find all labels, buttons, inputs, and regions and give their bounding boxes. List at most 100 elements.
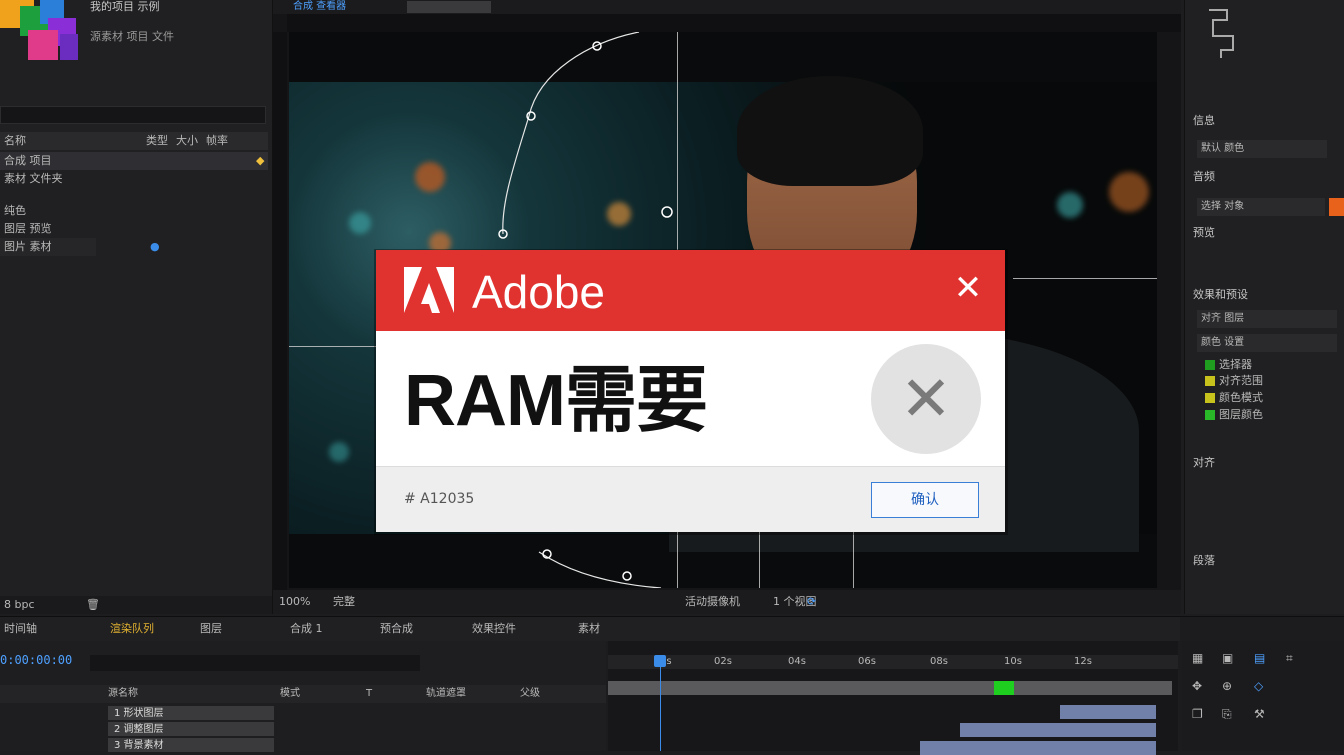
layer-search-input[interactable] xyxy=(90,655,420,671)
project-item[interactable]: 合成 项目 ◆ xyxy=(0,152,268,170)
col-source-name[interactable]: 源名称 xyxy=(108,685,138,703)
tab-layer[interactable]: 图层 xyxy=(200,617,222,641)
dialog-body: RAM需要 ✕ xyxy=(376,331,1005,466)
select-field[interactable]: 选择 对象 xyxy=(1197,198,1325,216)
section-effects[interactable]: 效果和预设 xyxy=(1193,286,1248,302)
section-audio[interactable]: 音频 xyxy=(1193,168,1215,184)
error-code: # A12035 xyxy=(404,491,475,507)
swatch-row[interactable]: 颜色模式 xyxy=(1205,389,1263,407)
swatch-row[interactable]: 图层颜色 xyxy=(1205,406,1263,424)
col-track-matte[interactable]: 轨道遮罩 xyxy=(426,685,466,703)
crop-icon[interactable]: ⌗ xyxy=(1286,645,1293,671)
error-x-icon: ✕ xyxy=(900,362,952,435)
dialog-message: RAM需要 xyxy=(404,361,708,441)
color-field[interactable]: 默认 颜色 xyxy=(1197,140,1327,158)
effects-search[interactable]: 对齐 图层 xyxy=(1197,310,1337,328)
project-item-label: 图片 素材 xyxy=(4,240,52,253)
col-name[interactable]: 名称 xyxy=(4,132,26,150)
preset-select[interactable]: 颜色 设置 xyxy=(1197,334,1337,352)
layer-row[interactable]: 2 调整图层 xyxy=(0,721,606,737)
layer-bar[interactable] xyxy=(920,741,1156,755)
work-area-end[interactable] xyxy=(994,681,1014,695)
timeline-panel: 时间轴 渲染队列 图层 合成 1 预合成 效果控件 素材 0:00:00:00 … xyxy=(0,616,1344,755)
vertical-ruler xyxy=(273,32,287,590)
project-item-label: 图层 预览 xyxy=(4,222,52,235)
project-item[interactable]: 图片 素材 ● xyxy=(0,238,160,256)
project-subtitle: 源素材 项目 文件 xyxy=(90,30,174,43)
zoom-select[interactable]: 100% xyxy=(279,590,310,614)
copy-icon[interactable]: ❐ xyxy=(1192,701,1203,727)
layer-name[interactable]: 1 形状图层 xyxy=(108,706,274,720)
camera-select[interactable]: 活动摄像机 xyxy=(685,590,740,614)
layer-name[interactable]: 2 调整图层 xyxy=(108,722,274,736)
paste-icon[interactable]: ⎘ xyxy=(1222,701,1232,727)
tab-comp[interactable]: 合成 1 xyxy=(290,617,323,641)
transform-icon[interactable]: ✥ xyxy=(1192,673,1202,699)
ruler-tick: 04s xyxy=(788,656,806,667)
viewer-toolbar: 100% 完整 活动摄像机 1 个视图 ⟳ xyxy=(273,590,1181,614)
project-panel: 我的项目 示例 源素材 项目 文件 名称 类型 大小 帧率 合成 项目 ◆ 素材… xyxy=(0,0,273,614)
dialog-brand: Adobe xyxy=(472,266,606,318)
col-parent[interactable]: 父级 xyxy=(520,685,540,703)
section-align[interactable]: 对齐 xyxy=(1193,454,1215,470)
project-item[interactable]: 素材 文件夹 xyxy=(0,170,268,188)
project-bottom-bar: 8 bpc 🗑 xyxy=(0,596,272,614)
project-item[interactable]: 图层 预览 xyxy=(0,220,268,238)
close-icon[interactable]: ✕ xyxy=(948,268,988,308)
bpc-button[interactable]: 8 bpc xyxy=(4,596,35,614)
confirm-button[interactable]: 确认 xyxy=(871,482,979,518)
refresh-icon[interactable]: ⟳ xyxy=(807,590,816,614)
layer-bar[interactable] xyxy=(1060,705,1156,719)
tab-precomp[interactable]: 预合成 xyxy=(380,617,413,641)
grid-icon[interactable]: ▦ xyxy=(1192,645,1203,671)
trash-icon[interactable]: 🗑 xyxy=(86,596,100,614)
accent-swatch[interactable] xyxy=(1329,198,1344,216)
work-area-bar[interactable] xyxy=(608,681,1172,695)
current-timecode[interactable]: 0:00:00:00 xyxy=(0,653,72,667)
project-item-label: 素材 文件夹 xyxy=(4,172,63,185)
layer-columns-header: 源名称 模式 T 轨道遮罩 父级 xyxy=(0,685,606,703)
section-info[interactable]: 信息 xyxy=(1193,112,1215,128)
project-search-input[interactable] xyxy=(0,106,266,124)
resolution-select[interactable]: 完整 xyxy=(333,590,355,614)
project-item-label: 纯色 xyxy=(4,204,26,217)
ruler-tick: 06s xyxy=(858,656,876,667)
col-size[interactable]: 大小 xyxy=(176,132,198,150)
playhead-handle[interactable] xyxy=(654,655,666,667)
project-item[interactable]: 纯色 xyxy=(0,202,268,220)
right-panel: 信息 默认 颜色 音频 选择 对象 预览 效果和预设 对齐 图层 颜色 设置 选… xyxy=(1184,0,1344,614)
ruler-tick: 02s xyxy=(714,656,732,667)
link-icon: ● xyxy=(150,240,160,253)
tab-footage[interactable]: 素材 xyxy=(578,617,600,641)
swatch-row[interactable]: 对齐范围 xyxy=(1205,372,1263,390)
viewer-tab-bar: 合成 查看器 xyxy=(273,0,1181,14)
timeline-tracks[interactable]: 0s 02s 04s 06s 08s 10s 12s xyxy=(608,641,1178,755)
col-t[interactable]: T xyxy=(366,685,372,703)
project-item-label: 合成 项目 xyxy=(4,154,52,167)
wrench-icon[interactable]: ⚒ xyxy=(1254,701,1265,727)
app-logo xyxy=(0,0,80,64)
layer-row[interactable]: 1 形状图层 xyxy=(0,705,606,721)
layer-bar[interactable] xyxy=(960,723,1156,737)
ruler-tick: 08s xyxy=(930,656,948,667)
viewer-tab[interactable]: 合成 查看器 xyxy=(293,0,346,14)
layers-icon[interactable]: ▤ xyxy=(1254,645,1265,671)
tab-effect-controls[interactable]: 效果控件 xyxy=(472,617,516,641)
anchor-icon[interactable]: ⊕ xyxy=(1222,673,1232,699)
layer-row[interactable]: 3 背景素材 xyxy=(0,737,606,753)
project-title: 我的项目 示例 xyxy=(90,0,160,13)
section-preview[interactable]: 预览 xyxy=(1193,224,1215,240)
playhead-line[interactable] xyxy=(660,655,661,751)
section-paragraph[interactable]: 段落 xyxy=(1193,552,1215,568)
align-icon xyxy=(1209,9,1234,58)
tab-render-queue[interactable]: 渲染队列 xyxy=(110,617,154,641)
time-ruler[interactable]: 0s 02s 04s 06s 08s 10s 12s xyxy=(608,655,1178,669)
col-type[interactable]: 类型 xyxy=(146,132,168,150)
layer-list: 0:00:00:00 源名称 模式 T 轨道遮罩 父级 1 形状图层 2 调整图… xyxy=(0,641,606,753)
mask-icon[interactable]: ▣ xyxy=(1222,645,1233,671)
horizontal-ruler xyxy=(287,14,1181,32)
tab-timeline[interactable]: 时间轴 xyxy=(4,617,37,641)
col-mode[interactable]: 模式 xyxy=(280,685,300,703)
keyframe-icon[interactable]: ◇ xyxy=(1254,673,1263,699)
col-fps[interactable]: 帧率 xyxy=(206,132,228,150)
